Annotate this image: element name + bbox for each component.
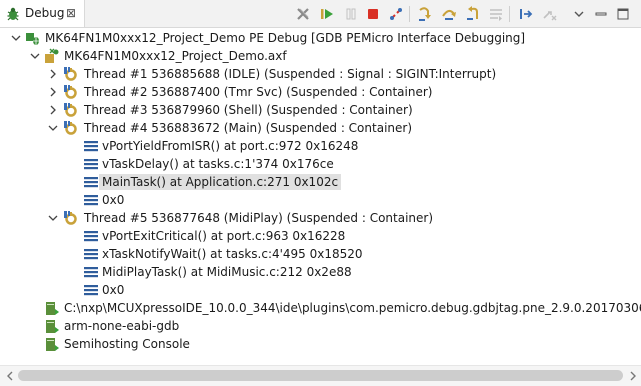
subprocess-row[interactable]: arm-none-eabi-gdb [0, 317, 641, 335]
thread-row[interactable]: Thread #4 536883672 (Main) (Suspended : … [0, 119, 641, 137]
suspended-thread-icon [63, 120, 79, 136]
stack-frame-icon [83, 282, 99, 298]
close-icon[interactable]: ⊠ [66, 6, 76, 21]
thread-label: Thread #1 536885688 (IDLE) (Suspended : … [84, 67, 497, 81]
stack-frame-icon [83, 264, 99, 280]
debug-target-icon [44, 48, 60, 64]
stack-frame-icon [83, 246, 99, 262]
stack-frame-icon [83, 192, 99, 208]
debug-bug-icon [5, 6, 21, 22]
use-step-filters-icon[interactable] [541, 5, 559, 23]
disconnect-icon[interactable] [387, 5, 405, 23]
toolbar-separator [509, 6, 510, 22]
maximize-icon[interactable] [614, 5, 632, 23]
tab-title: Debug [25, 6, 65, 20]
launch-row[interactable]: MK64FN1M0xxx12_Project_Demo PE Debug [GD… [0, 29, 641, 47]
process-label: MK64FN1M0xxx12_Project_Demo.axf [64, 49, 287, 63]
subprocess-label: C:\nxp\MCUXpressoIDE_10.0.0_344\ide\plug… [64, 301, 641, 315]
thread-row[interactable]: Thread #1 536885688 (IDLE) (Suspended : … [0, 65, 641, 83]
process-icon [44, 318, 60, 334]
thread-label: Thread #2 536887400 (Tmr Svc) (Suspended… [84, 85, 433, 99]
stack-frame-row-selected[interactable]: MainTask() at Application.c:271 0x102c [0, 173, 641, 191]
step-into-icon[interactable] [416, 5, 434, 23]
subprocess-label: Semihosting Console [64, 337, 190, 351]
process-row[interactable]: MK64FN1M0xxx12_Project_Demo.axf [0, 47, 641, 65]
subprocess-row[interactable]: C:\nxp\MCUXpressoIDE_10.0.0_344\ide\plug… [0, 299, 641, 317]
suspended-thread-icon [63, 210, 79, 226]
scroll-right-icon[interactable] [627, 370, 639, 382]
stack-frame-label: vTaskDelay() at tasks.c:1'374 0x176ce [102, 157, 334, 171]
stack-frame-row[interactable]: vPortYieldFromISR() at port.c:972 0x1624… [0, 137, 641, 155]
scrollbar-thumb[interactable] [18, 370, 623, 381]
stack-frame-row[interactable]: vTaskDelay() at tasks.c:1'374 0x176ce [0, 155, 641, 173]
collapsed-chevron-icon[interactable] [47, 103, 59, 117]
stack-frame-label: vPortYieldFromISR() at port.c:972 0x1624… [102, 139, 359, 153]
thread-label: Thread #4 536883672 (Main) (Suspended : … [84, 121, 413, 135]
scroll-left-icon[interactable] [4, 370, 16, 382]
stack-frame-label: xTaskNotifyWait() at tasks.c:4'495 0x185… [102, 247, 363, 261]
debug-view-header: Debug ⊠ [0, 0, 641, 28]
tab-debug[interactable]: Debug ⊠ [0, 0, 85, 27]
toolbar-separator [409, 6, 410, 22]
process-icon [44, 336, 60, 352]
debug-tree: MK64FN1M0xxx12_Project_Demo PE Debug [GD… [0, 28, 641, 365]
stack-frame-row[interactable]: vPortExitCritical() at port.c:963 0x1622… [0, 227, 641, 245]
stack-frame-label: 0x0 [102, 193, 125, 207]
stack-frame-label: vPortExitCritical() at port.c:963 0x1622… [102, 229, 346, 243]
resume-icon[interactable] [318, 5, 336, 23]
stack-frame-icon [83, 174, 99, 190]
suspend-icon[interactable] [342, 5, 360, 23]
subprocess-label: arm-none-eabi-gdb [64, 319, 180, 333]
thread-label: Thread #3 536879960 (Shell) (Suspended :… [84, 103, 413, 117]
terminate-icon[interactable] [364, 5, 382, 23]
expanded-chevron-icon[interactable] [29, 49, 41, 63]
thread-label: Thread #5 536877648 (MidiPlay) (Suspende… [84, 211, 434, 225]
minimize-icon[interactable] [592, 5, 610, 23]
process-icon [44, 300, 60, 316]
drop-to-frame-icon[interactable] [487, 5, 505, 23]
stack-frame-label: MainTask() at Application.c:271 0x102c [99, 174, 342, 190]
launch-config-icon [25, 30, 41, 46]
expanded-chevron-icon[interactable] [47, 211, 59, 225]
stack-frame-icon [83, 156, 99, 172]
step-over-icon[interactable] [440, 5, 458, 23]
launch-label: MK64FN1M0xxx12_Project_Demo PE Debug [GD… [45, 31, 526, 45]
stack-frame-icon [83, 228, 99, 244]
remove-terminated-icon[interactable] [294, 5, 312, 23]
expanded-chevron-icon[interactable] [47, 121, 59, 135]
stack-frame-row[interactable]: xTaskNotifyWait() at tasks.c:4'495 0x185… [0, 245, 641, 263]
instruction-stepping-icon[interactable] [517, 5, 535, 23]
thread-row[interactable]: Thread #2 536887400 (Tmr Svc) (Suspended… [0, 83, 641, 101]
suspended-thread-icon [63, 102, 79, 118]
thread-row[interactable]: Thread #3 536879960 (Shell) (Suspended :… [0, 101, 641, 119]
collapsed-chevron-icon[interactable] [47, 67, 59, 81]
step-return-icon[interactable] [464, 5, 482, 23]
collapsed-chevron-icon[interactable] [47, 85, 59, 99]
expanded-chevron-icon[interactable] [10, 31, 22, 45]
stack-frame-label: MidiPlayTask() at MidiMusic.c:212 0x2e88 [102, 265, 352, 279]
stack-frame-row[interactable]: MidiPlayTask() at MidiMusic.c:212 0x2e88 [0, 263, 641, 281]
stack-frame-row[interactable]: 0x0 [0, 191, 641, 209]
horizontal-scrollbar[interactable] [0, 365, 641, 386]
thread-row[interactable]: Thread #5 536877648 (MidiPlay) (Suspende… [0, 209, 641, 227]
subprocess-row[interactable]: Semihosting Console [0, 335, 641, 353]
stack-frame-label: 0x0 [102, 283, 125, 297]
suspended-thread-icon [63, 66, 79, 82]
stack-frame-row[interactable]: 0x0 [0, 281, 641, 299]
suspended-thread-icon [63, 84, 79, 100]
view-menu-icon[interactable] [570, 5, 588, 23]
stack-frame-icon [83, 138, 99, 154]
